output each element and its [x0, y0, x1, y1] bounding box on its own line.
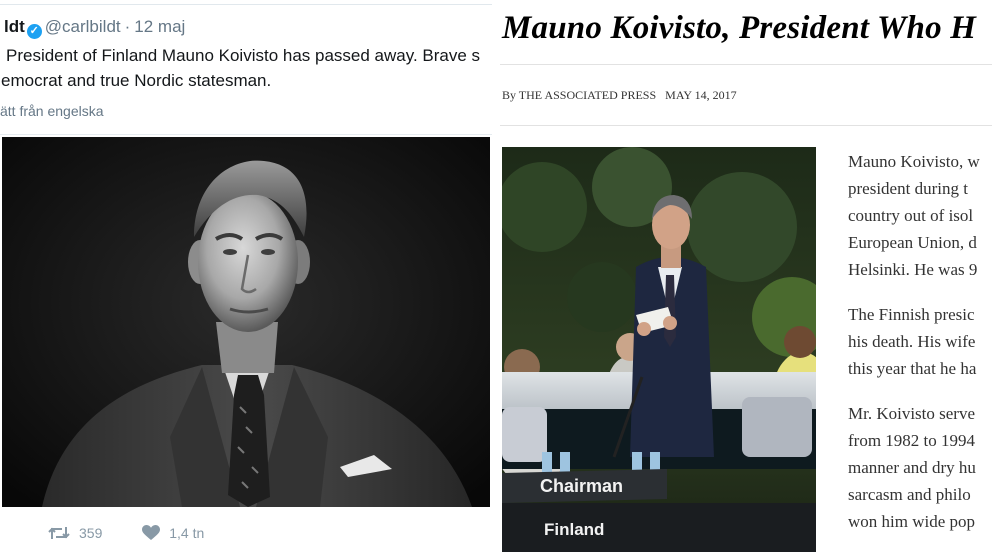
like-button[interactable]: 1,4 tn	[142, 525, 204, 541]
body-line: Helsinki. He was 9	[848, 260, 978, 279]
headline-divider	[500, 64, 992, 65]
body-line: from 1982 to 1994	[848, 431, 976, 450]
body-line: Mr. Koivisto serve	[848, 404, 976, 423]
body-line: his death. His wife	[848, 332, 976, 351]
author-name[interactable]: ldt	[4, 17, 25, 36]
article-panel: Mauno Koivisto, President Who H By THE A…	[500, 0, 992, 558]
chairman-sign: Chairman	[540, 476, 624, 496]
tweet-photo[interactable]	[2, 137, 490, 507]
tweet-panel: ldt ✓ @carlbildt · 12 maj President of Finla…	[0, 0, 492, 558]
country-sign: Finland	[544, 520, 605, 539]
body-line: country out of isol	[848, 206, 974, 225]
heart-icon	[142, 525, 161, 540]
like-count: 1,4 tn	[169, 525, 205, 541]
top-divider	[0, 4, 492, 5]
tweet-date[interactable]: 12 maj	[134, 17, 185, 36]
tweet-text-line: emocrat and true Nordic statesman.	[1, 71, 272, 90]
tweet-actions: 359 1,4 tn	[48, 525, 240, 547]
byline-divider	[500, 125, 992, 126]
byline-author[interactable]: By THE ASSOCIATED PRESS	[502, 88, 656, 102]
body-line: manner and dry hu	[848, 458, 976, 477]
author-handle[interactable]: @carlbildt	[45, 17, 121, 36]
byline-date: MAY 14, 2017	[665, 88, 737, 102]
header-separator: ·	[124, 17, 131, 36]
article-body: Mauno Koivisto, w president during t cou…	[848, 148, 992, 553]
tweet-text: President of Finland Mauno Koivisto has …	[1, 43, 492, 93]
paragraph: Mr. Koivisto serve from 1982 to 1994 man…	[848, 400, 992, 535]
article-byline: By THE ASSOCIATED PRESS MAY 14, 2017	[502, 88, 737, 103]
paragraph: Mauno Koivisto, w president during t cou…	[848, 148, 992, 283]
paragraph: The Finnish presic his death. His wife t…	[848, 301, 992, 382]
body-line: this year that he ha	[848, 359, 977, 378]
body-line: president during t	[848, 179, 968, 198]
panel-divider	[492, 0, 500, 558]
body-line: The Finnish presic	[848, 305, 975, 324]
tweet-header: ldt ✓ @carlbildt · 12 maj	[4, 17, 185, 39]
translate-link[interactable]: ätt från engelska	[0, 103, 104, 119]
body-line: sarcasm and philo	[848, 485, 971, 504]
body-line: won him wide pop	[848, 512, 976, 531]
photo-divider	[0, 134, 492, 135]
retweet-button[interactable]: 359	[48, 525, 102, 541]
article-headline[interactable]: Mauno Koivisto, President Who H	[502, 10, 976, 47]
retweet-count: 359	[79, 525, 103, 541]
body-line: Mauno Koivisto, w	[848, 152, 980, 171]
tweet-text-line: President of Finland Mauno Koivisto has …	[6, 46, 481, 65]
article-photo[interactable]: Chairman Finland	[502, 147, 816, 552]
body-line: European Union, d	[848, 233, 977, 252]
portrait-photo	[2, 137, 490, 507]
retweet-icon	[48, 527, 70, 539]
verified-badge-icon: ✓	[26, 24, 42, 39]
